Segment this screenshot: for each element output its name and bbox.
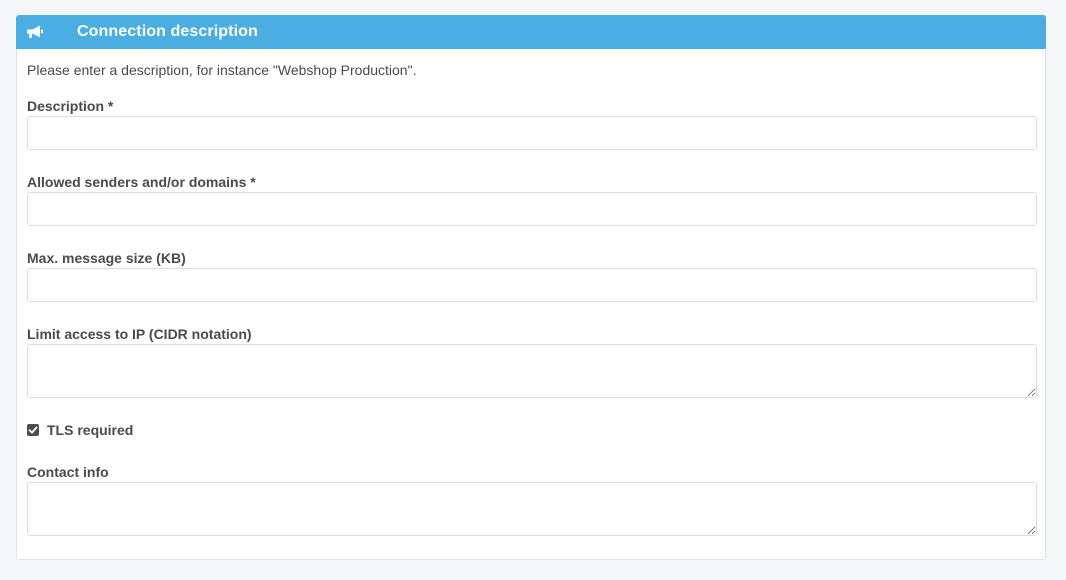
allowed-senders-input[interactable]	[27, 192, 1037, 226]
description-input[interactable]	[27, 116, 1037, 150]
limit-access-ip-label: Limit access to IP (CIDR notation)	[27, 326, 252, 342]
intro-text: Please enter a description, for instance…	[27, 62, 417, 78]
panel-header: Connection description	[16, 15, 1046, 49]
description-label: Description *	[27, 98, 114, 114]
bullhorn-icon	[27, 25, 43, 38]
max-message-size-label: Max. message size (KB)	[27, 250, 186, 266]
contact-info-textarea[interactable]	[27, 482, 1037, 536]
max-message-size-input[interactable]	[27, 268, 1037, 302]
connection-description-panel: Connection description Please enter a de…	[16, 15, 1046, 560]
tls-required-checkbox[interactable]	[27, 424, 39, 436]
tls-required-label[interactable]: TLS required	[47, 422, 133, 438]
checkmark-icon	[28, 426, 38, 434]
contact-info-label: Contact info	[27, 464, 109, 480]
panel-title: Connection description	[77, 23, 258, 40]
allowed-senders-label: Allowed senders and/or domains *	[27, 174, 256, 190]
limit-access-ip-textarea[interactable]	[27, 344, 1037, 398]
